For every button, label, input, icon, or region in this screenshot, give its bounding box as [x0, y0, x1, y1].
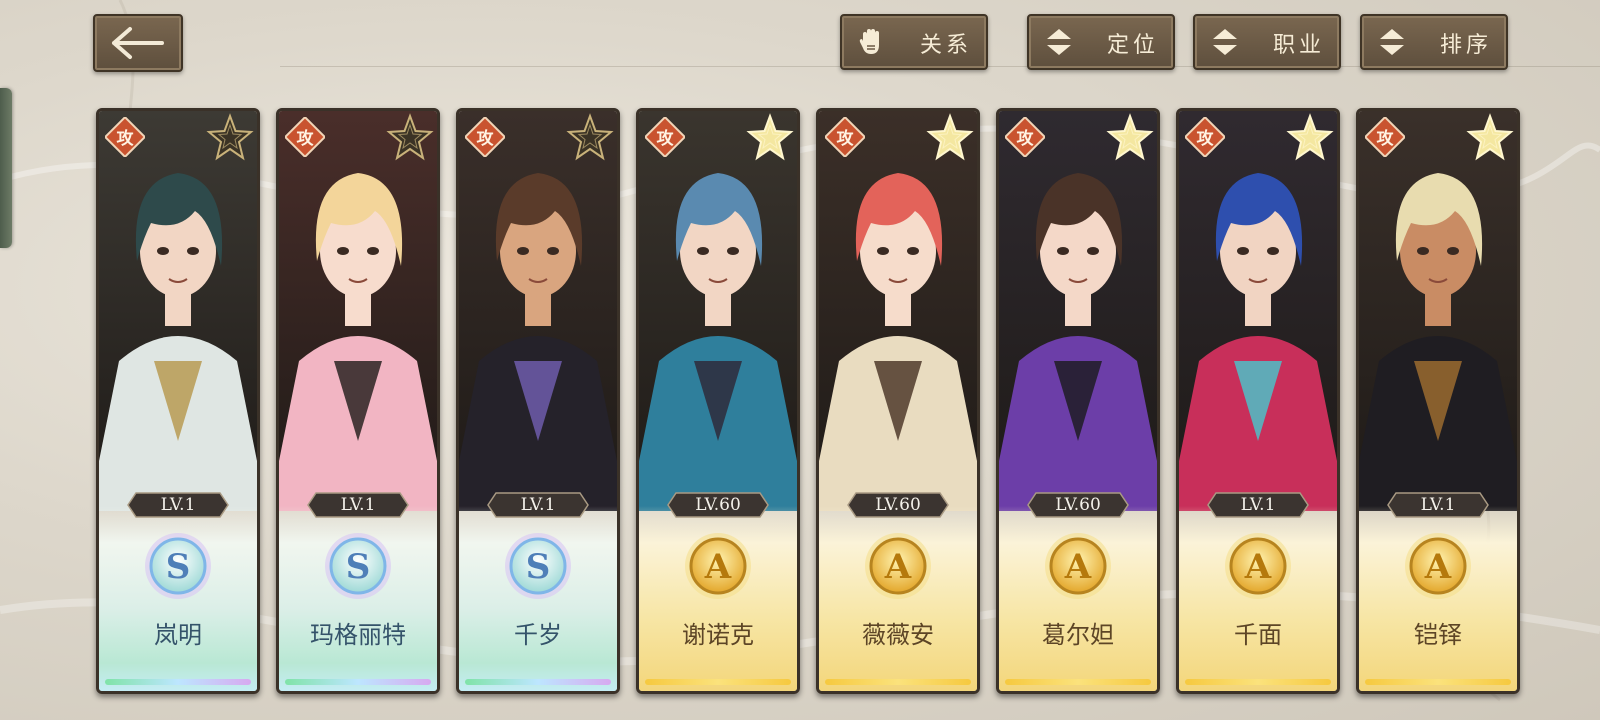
level-label: LV.60 [875, 495, 921, 515]
character-name: 谢诺克 [682, 621, 754, 649]
position-filter-label: 定位 [1106, 33, 1159, 58]
role-label: 攻 [836, 129, 854, 149]
svg-text:S: S [346, 547, 371, 587]
role-label: 攻 [1016, 129, 1034, 149]
rank-a-emblem-icon: A [865, 533, 931, 599]
role-label: 攻 [1196, 129, 1214, 149]
svg-text:S: S [526, 547, 551, 587]
up-down-sort-icon [1047, 29, 1071, 55]
level-label: LV.60 [1055, 495, 1101, 515]
star-icon [926, 113, 974, 161]
svg-text:A: A [1064, 547, 1092, 587]
position-filter-button[interactable]: 定位 [1027, 14, 1175, 70]
left-arrow-icon [112, 27, 164, 59]
character-name: 玛格丽特 [310, 621, 406, 649]
class-filter-button[interactable]: 职业 [1193, 14, 1341, 70]
character-portrait [639, 111, 797, 511]
character-card[interactable]: 攻 LV.1 A 千面 [1176, 108, 1340, 694]
character-name: 岚明 [154, 621, 202, 649]
star-icon [206, 113, 254, 161]
character-portrait [279, 111, 437, 511]
character-card[interactable]: 攻 LV.1 S 千岁 [456, 108, 620, 694]
rank-a-emblem-icon: A [1225, 533, 1291, 599]
up-down-sort-icon [1380, 29, 1404, 55]
svg-text:A: A [884, 547, 912, 587]
character-card[interactable]: 攻 LV.1 A 铠铎 [1356, 108, 1520, 694]
star-icon [386, 113, 434, 161]
level-label: LV.60 [695, 495, 741, 515]
rarity-bar [1365, 679, 1511, 685]
character-name: 千岁 [514, 621, 562, 649]
role-label: 攻 [116, 129, 134, 149]
sort-label: 排序 [1439, 33, 1492, 58]
relation-filter-button[interactable]: 关系 [840, 14, 988, 70]
rank-s-emblem-icon: S [505, 533, 571, 599]
character-portrait [99, 111, 257, 511]
character-card[interactable]: 攻 LV.60 A 葛尔妲 [996, 108, 1160, 694]
role-label: 攻 [296, 129, 314, 149]
rarity-bar [105, 679, 251, 685]
rarity-bar [1005, 679, 1151, 685]
svg-text:A: A [1424, 547, 1452, 587]
relation-filter-label: 关系 [919, 33, 972, 58]
character-name: 铠铎 [1414, 621, 1462, 649]
sort-button[interactable]: 排序 [1360, 14, 1508, 70]
level-label: LV.1 [520, 495, 556, 515]
character-card[interactable]: 攻 LV.60 A 薇薇安 [816, 108, 980, 694]
rarity-bar [465, 679, 611, 685]
rank-a-emblem-icon: A [685, 533, 751, 599]
up-down-sort-icon [1213, 29, 1237, 55]
star-icon [1286, 113, 1334, 161]
svg-text:A: A [1244, 547, 1272, 587]
role-label: 攻 [1376, 129, 1394, 149]
character-card[interactable]: 攻 LV.60 A 谢诺克 [636, 108, 800, 694]
star-icon [566, 113, 614, 161]
star-icon [1466, 113, 1514, 161]
character-name: 薇薇安 [862, 621, 934, 649]
character-card[interactable]: 攻 LV.1 S 岚明 [96, 108, 260, 694]
rarity-bar [1185, 679, 1331, 685]
character-portrait [459, 111, 617, 511]
rarity-bar [645, 679, 791, 685]
back-button[interactable] [93, 14, 183, 72]
character-portrait [1359, 111, 1517, 511]
role-label: 攻 [476, 129, 494, 149]
svg-text:S: S [166, 547, 191, 587]
rarity-bar [285, 679, 431, 685]
character-portrait [999, 111, 1157, 511]
character-portrait [1179, 111, 1337, 511]
character-name: 千面 [1234, 621, 1282, 649]
character-card[interactable]: 攻 LV.1 S 玛格丽特 [276, 108, 440, 694]
character-name: 葛尔妲 [1042, 621, 1114, 649]
star-icon [1106, 113, 1154, 161]
star-icon [746, 113, 794, 161]
rank-s-emblem-icon: S [325, 533, 391, 599]
svg-text:A: A [704, 547, 732, 587]
level-label: LV.1 [340, 495, 376, 515]
level-label: LV.1 [1240, 495, 1276, 515]
character-portrait [819, 111, 977, 511]
level-label: LV.1 [1420, 495, 1456, 515]
rank-a-emblem-icon: A [1405, 533, 1471, 599]
rank-a-emblem-icon: A [1045, 533, 1111, 599]
class-filter-label: 职业 [1272, 33, 1325, 58]
rarity-bar [825, 679, 971, 685]
glove-hand-icon [859, 29, 879, 54]
level-label: LV.1 [160, 495, 196, 515]
role-label: 攻 [656, 129, 674, 149]
rank-s-emblem-icon: S [145, 533, 211, 599]
side-drawer-tab[interactable] [0, 88, 12, 248]
